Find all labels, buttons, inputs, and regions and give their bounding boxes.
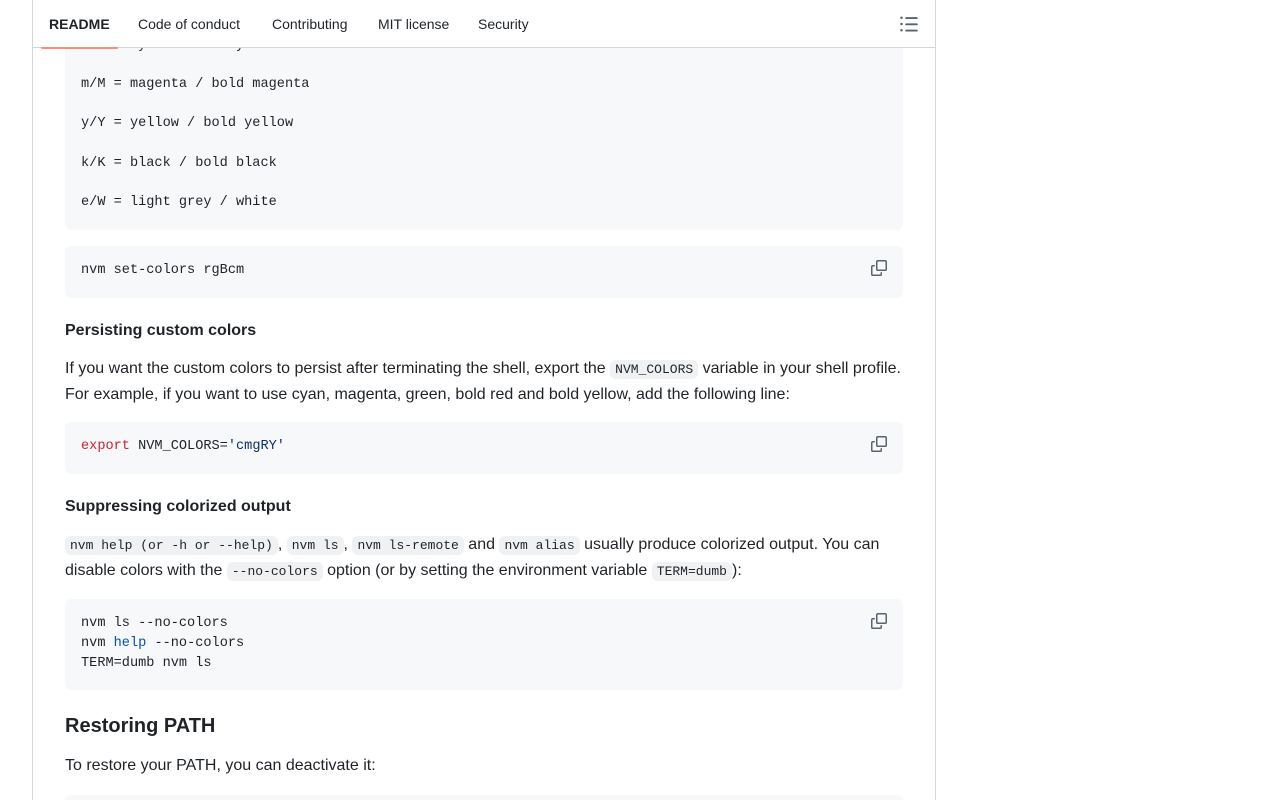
- code-export-var: NVM_COLORS=: [129, 439, 228, 454]
- list-unordered-icon[interactable]: [899, 14, 919, 34]
- code-no-colors-flag: --no-colors: [146, 636, 245, 651]
- deactivate-code-block: [65, 795, 903, 800]
- heading-suppressing-colorized-output: Suppressing colorized output: [65, 498, 291, 515]
- tab-contributing[interactable]: Contributing: [264, 0, 356, 48]
- code-line-term-dumb: TERM=dumb nvm ls: [81, 656, 212, 671]
- export-code-block: export NVM_COLORS='cmgRY': [65, 422, 903, 474]
- code-line-yellow: y/Y = yellow / bold yellow: [81, 116, 294, 131]
- copy-icon[interactable]: [871, 613, 887, 629]
- inline-code-nvm-ls: nvm ls: [286, 536, 344, 555]
- code-line-ls-no-colors: nvm ls --no-colors: [81, 616, 228, 631]
- persist-paragraph: If you want the custom colors to persist…: [65, 357, 905, 407]
- code-keyword-export: export: [81, 439, 130, 454]
- code-line-grey: e/W = light grey / white: [81, 195, 277, 210]
- inline-code-term-dumb: TERM=dumb: [651, 561, 732, 581]
- persist-text-1: If you want the custom colors to persist…: [65, 360, 611, 377]
- inline-code-no-colors: --no-colors: [226, 561, 323, 581]
- heading-restoring-path: Restoring PATH: [65, 715, 216, 737]
- inline-code-nvm-colors: NVM_COLORS: [610, 360, 699, 379]
- tab-security[interactable]: Security: [470, 0, 537, 48]
- set-colors-code-block: nvm set-colors rgBcm: [65, 246, 903, 298]
- inline-code-nvm-alias: nvm alias: [499, 536, 580, 555]
- suppress-text-2: option (or by setting the environment va…: [322, 561, 652, 579]
- suppress-text-3: ):: [731, 561, 742, 579]
- inline-code-nvm-help: nvm help (or -h or --help): [65, 536, 278, 555]
- readme-tab-bar: README Code of conduct Contributing MIT …: [33, 0, 935, 49]
- code-line-help-no-colors: nvm help --no-colors: [81, 634, 244, 654]
- suppress-paragraph: nvm help (or -h or --help), nvm ls, nvm …: [65, 533, 905, 584]
- code-help-builtin: help: [113, 636, 147, 651]
- tab-readme[interactable]: README: [41, 0, 118, 49]
- code-line-set-colors: nvm set-colors rgBcm: [81, 263, 245, 278]
- code-line-export: export NVM_COLORS='cmgRY': [81, 437, 285, 457]
- code-nvm: nvm: [81, 636, 114, 651]
- copy-icon[interactable]: [871, 436, 887, 452]
- tab-mit-license[interactable]: MIT license: [370, 0, 457, 48]
- no-colors-code-block: nvm ls --no-colors nvm help --no-colors …: [65, 599, 903, 690]
- separator-comma: ,: [277, 536, 287, 553]
- tab-code-of-conduct[interactable]: Code of conduct: [130, 0, 248, 48]
- copy-icon[interactable]: [871, 260, 887, 276]
- readme-panel: c/C = cyan / bold cyan m/M = magenta / b…: [32, 0, 936, 800]
- restore-paragraph: To restore your PATH, you can deactivate…: [65, 757, 376, 774]
- inline-code-nvm-ls-remote: nvm ls-remote: [352, 536, 464, 555]
- text-and: and: [463, 536, 500, 553]
- code-export-value: 'cmgRY': [227, 439, 285, 454]
- code-line-black: k/K = black / bold black: [81, 156, 277, 171]
- heading-persisting-custom-colors: Persisting custom colors: [65, 322, 257, 339]
- code-line-magenta: m/M = magenta / bold magenta: [81, 77, 310, 92]
